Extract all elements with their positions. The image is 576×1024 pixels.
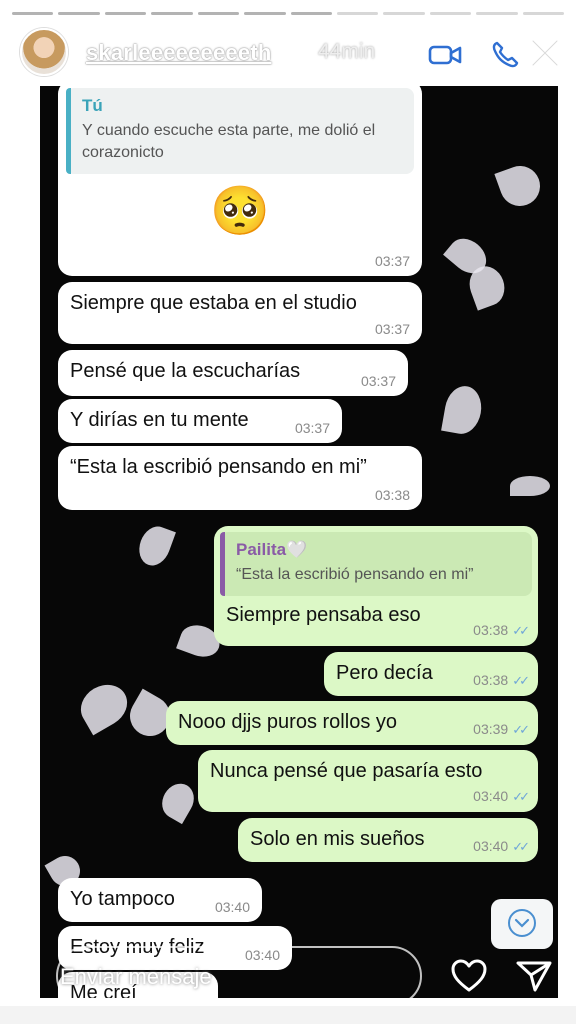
message-bubble[interactable]: Pensé que la escucharías 03:37 [58,350,408,396]
message-bubble[interactable]: Y dirías en tu mente 03:37 [58,399,342,443]
progress-segment [522,12,565,15]
read-ticks-icon: ✓✓ [512,789,530,804]
message-text: Yo tampoco [70,888,175,910]
message-text: Pensé que la escucharías [70,360,301,382]
message-text: “Esta la escribió pensando en mi” [70,456,367,478]
progress-segment [476,12,518,15]
reply-placeholder[interactable]: Enviar mensaje [60,964,212,990]
story-header: skarleeeeeeeeeth 44min [0,26,576,82]
message-time: 03:38 [473,672,509,688]
message-time: 03:40 [214,899,250,915]
read-ticks-icon: ✓✓ [512,722,530,737]
time-ago: 44min [318,40,376,63]
message-bubble[interactable]: Pero decía 03:38 ✓✓ [324,652,538,696]
message-time: 03:38 [374,487,410,503]
progress-segment [290,12,332,15]
progress-segment [429,12,472,15]
progress-segment [244,12,286,15]
quoted-message[interactable]: Pailita🤍 “Esta la escribió pensando en m… [220,532,532,596]
message-time: 03:37 [374,253,410,269]
message-time: 03:38 [473,622,509,638]
message-text: Y dirías en tu mente [70,409,249,431]
quote-text: Y cuando escuche esta parte, me dolió el… [82,122,376,161]
progress-segment [151,12,193,15]
message-time: 03:40 [473,838,509,854]
message-text: Solo en mis sueños [250,828,425,850]
story-progress [12,12,565,15]
username[interactable]: skarleeeeeeeeeth [86,40,271,66]
bottom-strip [0,1006,576,1024]
quote-author: Tú [82,96,103,115]
message-text: Nunca pensé que pasaría esto [210,760,483,782]
progress-segment [197,12,240,15]
progress-segment [104,12,147,15]
message-text: Siempre que estaba en el studio [70,292,357,314]
message-time: 03:39 [473,721,509,737]
quote-author: Pailita🤍 [236,540,308,559]
message-time: 03:37 [360,373,396,389]
message-bubble[interactable]: Yo tampoco 03:40 [58,878,262,922]
scroll-down-icon [508,909,536,937]
emoji: 🥺 [210,183,270,239]
quoted-message[interactable]: Tú Y cuando escuche esta parte, me dolió… [66,88,414,174]
shared-chat-screenshot: Tú Y cuando escuche esta parte, me dolió… [40,86,558,998]
send-icon[interactable] [515,958,553,994]
message-bubble[interactable]: Siempre que estaba en el studio 03:37 [58,282,422,344]
close-icon[interactable] [528,36,562,70]
progress-segment [336,12,379,15]
avatar[interactable] [20,28,68,76]
read-ticks-icon: ✓✓ [512,839,530,854]
message-time: 03:40 [473,788,509,804]
message-bubble[interactable]: “Esta la escribió pensando en mi” 03:38 [58,446,422,510]
read-ticks-icon: ✓✓ [512,623,530,638]
incoming-reply-bubble[interactable]: Tú Y cuando escuche esta parte, me dolió… [58,86,422,276]
message-bubble[interactable]: Solo en mis sueños 03:40 ✓✓ [238,818,538,862]
progress-segment [58,12,100,15]
read-ticks-icon: ✓✓ [512,673,530,688]
scroll-down-button[interactable] [491,899,553,949]
message-time: 03:37 [374,321,410,337]
progress-segment [12,12,54,15]
message-text: Nooo djjs puros rollos yo [178,711,397,733]
progress-segment [383,12,425,15]
phone-icon[interactable] [488,40,522,70]
message-bubble[interactable]: Nooo djjs puros rollos yo 03:39 ✓✓ [166,701,538,745]
heart-icon[interactable] [450,958,488,994]
message-time: 03:37 [294,420,330,436]
message-bubble[interactable]: Nunca pensé que pasaría esto 03:40 ✓✓ [198,750,538,812]
quote-text: “Esta la escribió pensando en mi” [236,566,474,583]
video-icon[interactable] [428,40,462,70]
message-text: Pero decía [336,662,433,684]
outgoing-reply-bubble[interactable]: Pailita🤍 “Esta la escribió pensando en m… [214,526,538,646]
